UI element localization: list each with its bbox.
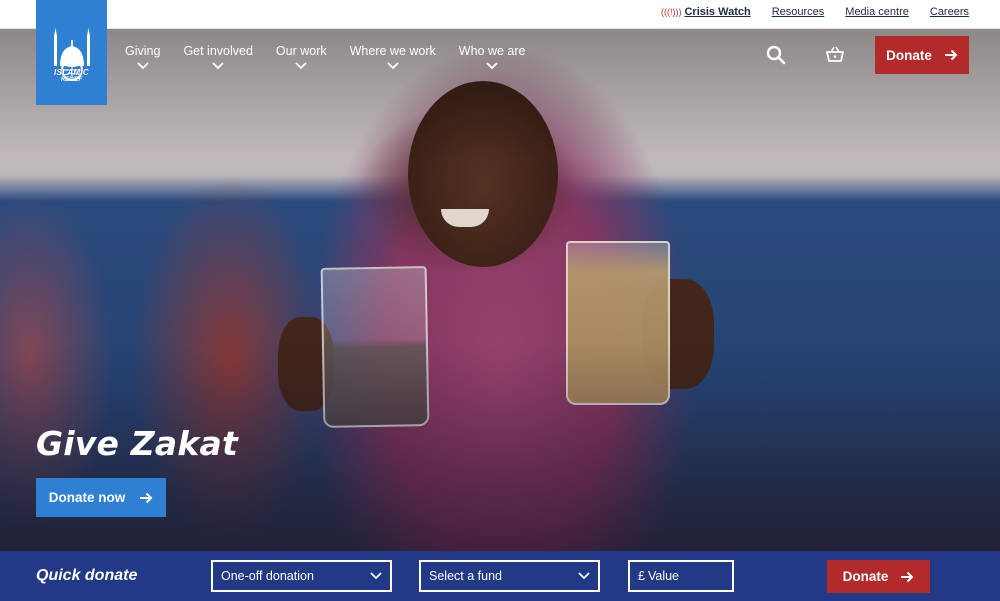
quick-donate-button[interactable]: Donate	[827, 560, 930, 593]
nav-label: Where we work	[349, 44, 436, 58]
main-nav: Giving Get involved Our work Where we wo…	[125, 44, 525, 71]
nav-item-giving[interactable]: Giving	[125, 44, 160, 71]
nav-label: Get involved	[183, 44, 253, 58]
nav-label: Who we are	[458, 44, 526, 58]
chevron-down-icon	[295, 62, 307, 70]
hero-overlay	[0, 29, 1000, 551]
hero-title: Give Zakat	[36, 424, 238, 463]
basket-icon[interactable]	[824, 44, 846, 66]
donate-now-label: Donate now	[48, 490, 126, 505]
donate-label: Donate	[842, 569, 889, 584]
chevron-down-icon	[578, 572, 590, 580]
arrow-right-icon	[901, 571, 914, 582]
logo-name: ISLAMIC	[54, 68, 89, 77]
media-centre-link[interactable]: Media centre	[845, 6, 909, 18]
chevron-down-icon	[370, 572, 382, 580]
chevron-down-icon	[212, 62, 224, 70]
resources-link[interactable]: Resources	[772, 6, 825, 18]
crisis-watch-link[interactable]: (((!))) Crisis Watch	[661, 6, 751, 18]
alert-icon: (((!)))	[660, 7, 682, 17]
nav-item-our-work[interactable]: Our work	[276, 44, 327, 71]
nav-item-who-we-are[interactable]: Who we are	[458, 44, 526, 71]
logo-sub: RELIEF	[60, 77, 83, 83]
arrow-right-icon	[140, 492, 153, 503]
nav-label: Our work	[275, 44, 327, 58]
header-donate-button[interactable]: Donate	[875, 36, 969, 74]
chevron-down-icon	[486, 62, 498, 70]
nav-label: Giving	[125, 44, 161, 58]
utility-links: (((!))) Crisis Watch Resources Media cen…	[661, 6, 969, 18]
fund-select[interactable]: Select a fund	[419, 560, 600, 592]
nav-item-get-involved[interactable]: Get involved	[183, 44, 253, 71]
fund-value: Select a fund	[429, 569, 502, 583]
crisis-watch-label: Crisis Watch	[684, 6, 751, 18]
quick-donate-bar: Quick donate One-off donation Select a f…	[0, 551, 1000, 601]
quick-donate-label: Quick donate	[36, 567, 138, 584]
donation-type-select[interactable]: One-off donation	[211, 560, 392, 592]
chevron-down-icon	[137, 62, 149, 70]
careers-link[interactable]: Careers	[930, 6, 969, 18]
amount-placeholder: Value	[647, 569, 679, 583]
hero-image	[0, 29, 1000, 551]
islamic-relief-logo[interactable]: ISLAMIC RELIEF	[36, 0, 107, 105]
currency-symbol: £	[638, 569, 645, 583]
arrow-right-icon	[944, 49, 958, 61]
chevron-down-icon	[387, 62, 399, 70]
search-icon[interactable]	[765, 44, 787, 66]
nav-item-where-we-work[interactable]: Where we work	[350, 44, 436, 71]
utility-bar: (((!))) Crisis Watch Resources Media cen…	[0, 0, 1000, 29]
donation-type-value: One-off donation	[221, 569, 314, 583]
donate-label: Donate	[886, 47, 932, 63]
amount-input[interactable]: £ Value	[628, 560, 734, 592]
donate-now-button[interactable]: Donate now	[36, 478, 166, 517]
